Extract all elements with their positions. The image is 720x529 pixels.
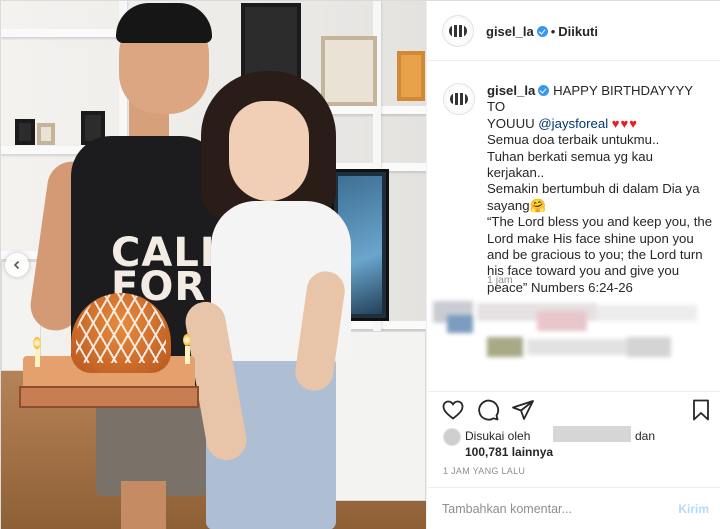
blur-block <box>597 305 697 321</box>
blurred-comments <box>427 297 720 379</box>
caption-timestamp[interactable]: 1 jam <box>487 274 513 286</box>
orange-box <box>397 51 425 101</box>
candle <box>185 346 190 364</box>
previous-photo-button[interactable] <box>5 253 29 277</box>
header-username[interactable]: gisel_la <box>486 24 534 39</box>
avatar-image <box>450 93 468 105</box>
heart-icon[interactable] <box>441 398 465 422</box>
framed-certificate <box>321 36 377 106</box>
caption-line: and be gracious to you; the Lord turn <box>487 247 703 263</box>
liked-by-and: dan <box>635 429 656 443</box>
post-header: gisel_la • Diikuti <box>427 1 720 61</box>
candle-flame <box>33 337 41 349</box>
man-leg <box>121 481 166 529</box>
liked-by-prefix: Disukai oleh <box>465 429 531 443</box>
caption-line: Lord make His face shine upon you <box>487 230 694 246</box>
caption-line: Semakin bertumbuh di dalam Dia ya <box>487 181 700 197</box>
post-sidebar: gisel_la • Diikuti gisel_la HAPPY BIRTHDAY… <box>426 1 720 529</box>
blur-block <box>487 337 523 357</box>
share-icon[interactable] <box>511 398 535 422</box>
post-time-ago[interactable]: 1 JAM YANG LALU <box>443 466 525 476</box>
comment-bar: Kirim <box>427 487 720 529</box>
post-comment-button[interactable]: Kirim <box>678 502 709 516</box>
separator-dot: • <box>550 24 556 39</box>
verified-badge-icon <box>538 85 550 96</box>
framed-picture <box>241 3 301 81</box>
caption-line: YOUUU <box>487 115 535 131</box>
blur-block <box>627 337 671 357</box>
small-frame <box>15 119 35 145</box>
caption-line: Semua doa terbaik untukmu.. <box>487 132 660 148</box>
small-frame <box>37 123 55 145</box>
candle-flame <box>183 334 191 346</box>
heart-emoji: ♥♥♥ <box>611 115 638 131</box>
post-photo[interactable]: CALI FOR <box>1 1 426 529</box>
post-modal: CALI FOR gisel_la • Diikuti gisel_la HAP… <box>0 0 720 529</box>
caption-line: “The Lord bless you and keep you, the <box>487 214 713 230</box>
woman-face <box>229 101 309 201</box>
cake-board <box>19 386 199 408</box>
avatar[interactable] <box>442 15 474 47</box>
shelf <box>1 29 121 37</box>
blur-block <box>447 315 473 333</box>
caption-line: Tuhan berkati semua yg kau kerjakan.. <box>487 148 653 181</box>
caption-text: gisel_la HAPPY BIRTHDAYYYY TO YOUUU @jay… <box>487 83 713 296</box>
header-user-row: gisel_la • Diikuti <box>486 23 598 41</box>
comment-icon[interactable] <box>476 398 500 422</box>
man-hair <box>116 3 212 43</box>
caption-username[interactable]: gisel_la <box>487 83 535 98</box>
blur-block <box>537 311 587 331</box>
caption-line: his face toward you and give you <box>487 263 680 279</box>
verified-badge-icon <box>536 26 548 37</box>
candle <box>35 349 40 367</box>
chevron-left-icon <box>13 260 20 270</box>
follow-status-button[interactable]: Diikuti <box>558 24 598 39</box>
caption-avatar[interactable] <box>443 83 475 115</box>
likes-summary: Disukai oleh dan 100,781 lainnya <box>443 426 713 460</box>
bookmark-icon[interactable] <box>689 398 713 422</box>
mention-link[interactable]: @jaysforeal <box>538 116 608 131</box>
comment-input[interactable] <box>442 502 662 516</box>
hug-emoji: 🤗 <box>529 197 546 213</box>
action-bar <box>427 391 720 431</box>
avatar-image <box>449 25 467 37</box>
caption-line: sayang <box>487 197 530 213</box>
redacted-username <box>553 426 631 442</box>
likes-count-link[interactable]: 100,781 lainnya <box>465 445 553 459</box>
liker-avatar[interactable] <box>443 428 461 446</box>
